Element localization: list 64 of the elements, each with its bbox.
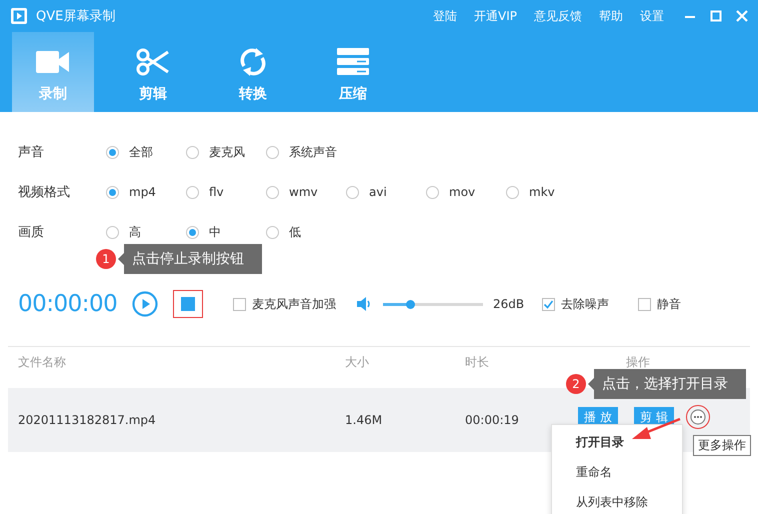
- radio-button[interactable]: [106, 186, 119, 198]
- radio-label[interactable]: 全部: [129, 144, 153, 160]
- maximize-icon[interactable]: [710, 10, 722, 22]
- scissors-icon: [136, 48, 170, 76]
- radio-button[interactable]: [186, 226, 199, 238]
- menu-item[interactable]: 重命名: [552, 457, 682, 487]
- radio-label[interactable]: mov: [449, 185, 476, 199]
- window-title: QVE屏幕录制: [36, 8, 116, 25]
- radio-button[interactable]: [106, 226, 119, 238]
- close-icon[interactable]: [736, 10, 748, 22]
- table-cell-text: 20201113182817.mp4: [18, 413, 157, 427]
- radio-label[interactable]: 系统声音: [289, 144, 337, 160]
- step-badge: 1: [96, 249, 116, 269]
- column-header: 操作: [625, 354, 651, 371]
- menu-item[interactable]: 从列表中移除: [552, 487, 682, 514]
- radio-label[interactable]: 低: [289, 224, 301, 240]
- option-label: 声音: [18, 144, 45, 161]
- radio-label[interactable]: 高: [129, 224, 141, 240]
- radio-label[interactable]: mp4: [129, 185, 156, 199]
- radio-button[interactable]: [506, 186, 519, 198]
- volume-reading: 26dB: [493, 297, 526, 311]
- checkbox[interactable]: [233, 298, 246, 310]
- radio-button[interactable]: [266, 146, 279, 158]
- speaker-icon[interactable]: [357, 297, 371, 311]
- record-timer: 00:00:00: [18, 291, 114, 317]
- radio-label[interactable]: flv: [209, 185, 224, 199]
- stacked-bars-icon: [337, 48, 369, 76]
- menu-item[interactable]: 打开目录: [552, 427, 682, 457]
- radio-button[interactable]: [186, 146, 199, 158]
- radio-button[interactable]: [186, 186, 199, 198]
- radio-label[interactable]: mkv: [529, 185, 555, 199]
- video-camera-icon: [36, 49, 70, 75]
- radio-button[interactable]: [266, 226, 279, 238]
- radio-button[interactable]: [426, 186, 439, 198]
- radio-button[interactable]: [266, 186, 279, 198]
- callout-tooltip: 点击停止录制按钮: [118, 244, 262, 274]
- option-label: 画质: [18, 224, 45, 241]
- column-header: 大小: [345, 354, 370, 371]
- table-cell-text: 1.46M: [345, 413, 384, 427]
- checkbox-label[interactable]: 麦克风声音加强: [252, 296, 336, 312]
- table-cell-text: 00:00:19: [465, 413, 520, 427]
- radio-label[interactable]: 麦克风: [209, 144, 245, 160]
- checkbox-label[interactable]: 静音: [657, 296, 681, 312]
- checkbox[interactable]: [638, 298, 651, 310]
- radio-button[interactable]: [106, 146, 119, 158]
- checkbox-label[interactable]: 去除噪声: [561, 296, 609, 312]
- more-icon[interactable]: [690, 409, 706, 425]
- column-header: 文件名称: [18, 354, 67, 371]
- radio-label[interactable]: wmv: [289, 185, 318, 199]
- volume-slider[interactable]: [383, 302, 483, 306]
- stop-button[interactable]: [173, 290, 203, 318]
- refresh-arrows-icon: [238, 47, 268, 77]
- callout-tooltip: 点击，选择打开目录: [588, 369, 746, 399]
- hover-tooltip: 更多操作: [693, 435, 751, 456]
- app-logo-icon: [10, 7, 28, 25]
- option-label: 视频格式: [18, 184, 71, 201]
- column-header: 时长: [465, 354, 490, 371]
- radio-button[interactable]: [346, 186, 359, 198]
- radio-label[interactable]: avi: [369, 185, 387, 199]
- checkbox[interactable]: [542, 298, 555, 310]
- slider-thumb[interactable]: [406, 300, 415, 308]
- play-icon[interactable]: [132, 291, 158, 317]
- step-badge: 2: [566, 374, 586, 394]
- radio-label[interactable]: 中: [209, 224, 221, 240]
